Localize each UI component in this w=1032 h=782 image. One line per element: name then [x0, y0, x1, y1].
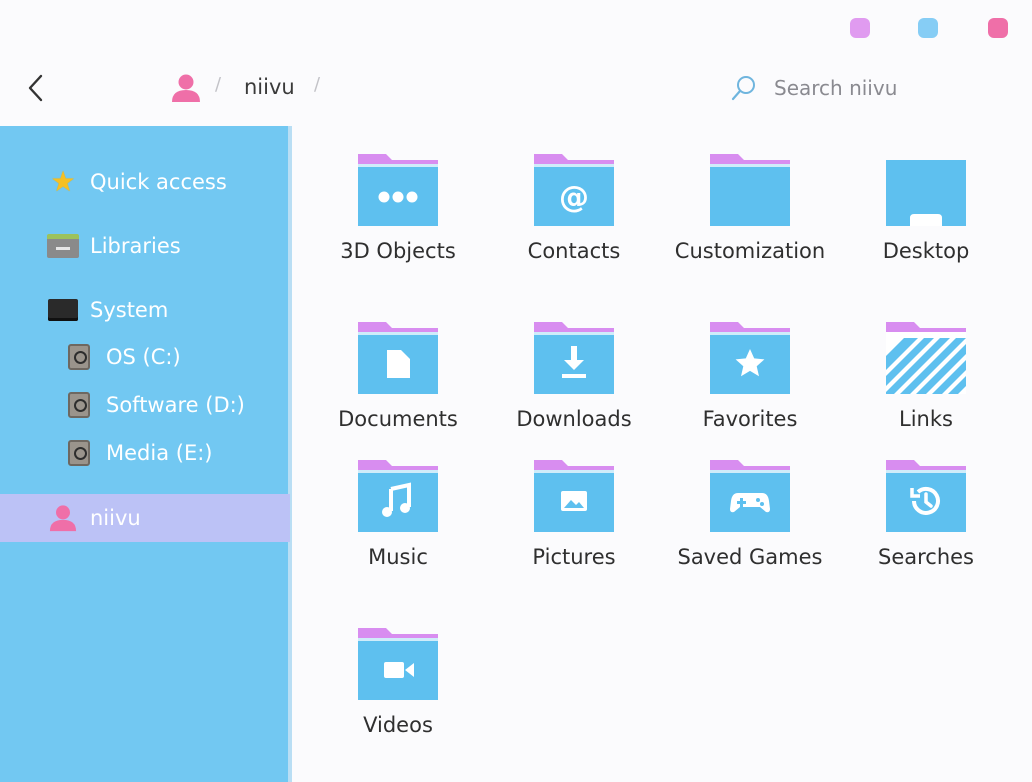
search-input[interactable]	[774, 70, 1004, 106]
folder-saved-games-icon	[710, 460, 790, 532]
sidebar-item-user[interactable]: niivu	[0, 494, 290, 542]
close-button[interactable]	[988, 18, 1008, 38]
folder-favorites[interactable]: Favorites	[662, 318, 838, 468]
sidebar-item-label: System	[90, 298, 169, 322]
folder-label: Contacts	[527, 239, 621, 263]
folder-label: Desktop	[882, 239, 970, 263]
folder-saved-games[interactable]: Saved Games	[662, 456, 838, 606]
folder-customization-icon	[710, 154, 790, 226]
folder-contacts-icon: @	[534, 154, 614, 226]
folder-label: 3D Objects	[340, 239, 456, 263]
user-icon	[172, 74, 200, 102]
user-icon	[47, 502, 79, 534]
sidebar-item-label: Software (D:)	[106, 393, 245, 417]
folder-documents[interactable]: Documents	[310, 318, 486, 468]
breadcrumb-user-icon[interactable]	[170, 73, 202, 103]
minimize-button[interactable]	[850, 18, 870, 38]
folder-downloads-icon	[534, 322, 614, 394]
sidebar-item-drive-d[interactable]: Software (D:)	[0, 381, 290, 429]
folder-desktop-icon	[886, 160, 966, 226]
folder-music[interactable]: Music	[310, 456, 486, 606]
folder-label: Documents	[338, 407, 458, 431]
folder-links-icon	[886, 322, 966, 394]
folder-label: Customization	[674, 239, 826, 263]
drive-icon	[63, 341, 95, 373]
drive-icon	[63, 437, 95, 469]
maximize-button[interactable]	[918, 18, 938, 38]
sidebar: ★ Quick access Libraries System OS (C:) …	[0, 126, 292, 782]
sidebar-item-label: niivu	[90, 506, 141, 530]
folder-label: Links	[899, 407, 953, 431]
breadcrumb-separator: /	[215, 74, 222, 95]
folder-videos[interactable]: Videos	[310, 624, 486, 774]
folder-label: Saved Games	[677, 545, 823, 569]
sidebar-item-libraries[interactable]: Libraries	[0, 222, 290, 270]
folder-music-icon	[358, 460, 438, 532]
folder-label: Downloads	[516, 407, 632, 431]
sidebar-item-drive-e[interactable]: Media (E:)	[0, 429, 290, 477]
breadcrumb-separator: /	[314, 74, 321, 95]
sidebar-item-label: Media (E:)	[106, 441, 213, 465]
sidebar-item-system[interactable]: System	[0, 286, 290, 334]
drive-icon	[63, 389, 95, 421]
sidebar-item-label: Libraries	[90, 234, 181, 258]
folder-3d-objects-icon	[358, 154, 438, 226]
sidebar-item-drive-c[interactable]: OS (C:)	[0, 333, 290, 381]
folder-favorites-icon	[710, 322, 790, 394]
chevron-left-icon	[28, 74, 43, 102]
breadcrumb-item-user[interactable]: niivu	[244, 75, 295, 99]
folder-searches-icon	[886, 460, 966, 532]
star-icon: ★	[50, 165, 76, 198]
folder-downloads[interactable]: Downloads	[486, 318, 662, 468]
sidebar-item-quick-access[interactable]: ★ Quick access	[0, 158, 290, 206]
folder-label: Searches	[877, 545, 974, 569]
sidebar-item-label: OS (C:)	[106, 345, 181, 369]
folder-label: Pictures	[532, 545, 616, 569]
svg-text:@: @	[559, 180, 589, 215]
sidebar-item-label: Quick access	[90, 170, 227, 194]
folder-searches[interactable]: Searches	[838, 456, 1014, 606]
back-button[interactable]	[22, 72, 52, 104]
folder-videos-icon	[358, 628, 438, 700]
folder-customization[interactable]: Customization	[662, 150, 838, 300]
folder-label: Videos	[363, 713, 433, 737]
folder-pictures-icon	[534, 460, 614, 532]
folder-contacts[interactable]: @ Contacts	[486, 150, 662, 300]
folder-label: Music	[368, 545, 428, 569]
folder-label: Favorites	[702, 407, 798, 431]
folder-documents-icon	[358, 322, 438, 394]
search-icon	[730, 74, 758, 102]
library-icon	[47, 230, 79, 262]
computer-icon	[47, 294, 79, 326]
folder-desktop[interactable]: Desktop	[838, 150, 1014, 300]
folder-pictures[interactable]: Pictures	[486, 456, 662, 606]
folder-3d-objects[interactable]: 3D Objects	[310, 150, 486, 300]
folder-links[interactable]: Links	[838, 318, 1014, 468]
